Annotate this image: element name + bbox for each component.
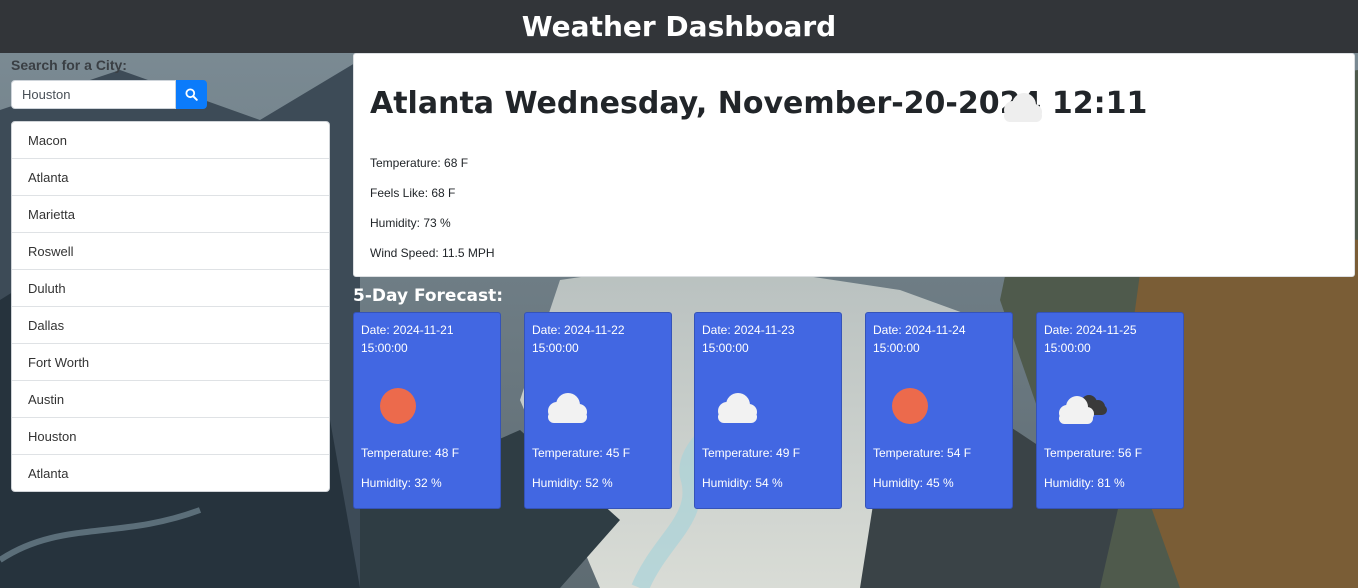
sun-icon (892, 388, 928, 424)
history-item[interactable]: Houston (12, 418, 329, 455)
forecast-temperature: Temperature: 56 F (1044, 446, 1143, 460)
forecast-date: Date: 2024-11-22 15:00:00 (532, 323, 625, 355)
current-humidity: Humidity: 73 % (370, 216, 451, 230)
forecast-card: Date: 2024-11-24 15:00:00 Temperature: 5… (865, 312, 1013, 509)
sun-icon (380, 388, 416, 424)
forecast-card: Date: 2024-11-21 15:00:00 Temperature: 4… (353, 312, 501, 509)
cloud-icon (548, 393, 587, 423)
forecast-humidity: Humidity: 45 % (873, 476, 954, 490)
forecast-card: Date: 2024-11-25 15:00:00 Temperature: 5… (1036, 312, 1184, 509)
current-wind-speed: Wind Speed: 11.5 MPH (370, 246, 495, 260)
forecast-humidity: Humidity: 81 % (1044, 476, 1125, 490)
history-item[interactable]: Roswell (12, 233, 329, 270)
forecast-temperature: Temperature: 48 F (361, 446, 460, 460)
current-feels-like: Feels Like: 68 F (370, 186, 456, 200)
forecast-humidity: Humidity: 52 % (532, 476, 613, 490)
forecast-date: Date: 2024-11-23 15:00:00 (702, 323, 795, 355)
search-label: Search for a City: (11, 57, 127, 73)
history-item[interactable]: Atlanta (12, 455, 329, 491)
cloud-icon (718, 393, 757, 423)
forecast-card: Date: 2024-11-22 15:00:00 Temperature: 4… (524, 312, 672, 509)
history-item[interactable]: Austin (12, 381, 329, 418)
search-icon (185, 88, 198, 101)
history-item[interactable]: Macon (12, 122, 329, 159)
history-item[interactable]: Dallas (12, 307, 329, 344)
cloud-icon (1004, 93, 1042, 122)
forecast-humidity: Humidity: 54 % (702, 476, 783, 490)
forecast-heading: 5-Day Forecast: (353, 286, 504, 306)
forecast-date: Date: 2024-11-24 15:00:00 (873, 323, 966, 355)
broken-clouds-icon (1059, 395, 1107, 424)
forecast-date: Date: 2024-11-25 15:00:00 (1044, 323, 1137, 355)
forecast-temperature: Temperature: 45 F (532, 446, 631, 460)
forecast-card: Date: 2024-11-23 15:00:00 Temperature: 4… (694, 312, 842, 509)
app-header: Weather Dashboard (0, 0, 1358, 53)
city-search-input[interactable] (11, 80, 176, 109)
forecast-humidity: Humidity: 32 % (361, 476, 442, 490)
current-temperature: Temperature: 68 F (370, 156, 469, 170)
forecast-temperature: Temperature: 54 F (873, 446, 972, 460)
search-history-list: Macon Atlanta Marietta Roswell Duluth Da… (11, 121, 330, 492)
history-item[interactable]: Fort Worth (12, 344, 329, 381)
forecast-date: Date: 2024-11-21 15:00:00 (361, 323, 454, 355)
history-item[interactable]: Duluth (12, 270, 329, 307)
search-button[interactable] (176, 80, 207, 109)
current-weather-panel: Atlanta Wednesday, November-20-2024 12:1… (353, 53, 1355, 277)
page-title: Weather Dashboard (521, 10, 837, 43)
forecast-temperature: Temperature: 49 F (702, 446, 801, 460)
history-item[interactable]: Atlanta (12, 159, 329, 196)
history-item[interactable]: Marietta (12, 196, 329, 233)
